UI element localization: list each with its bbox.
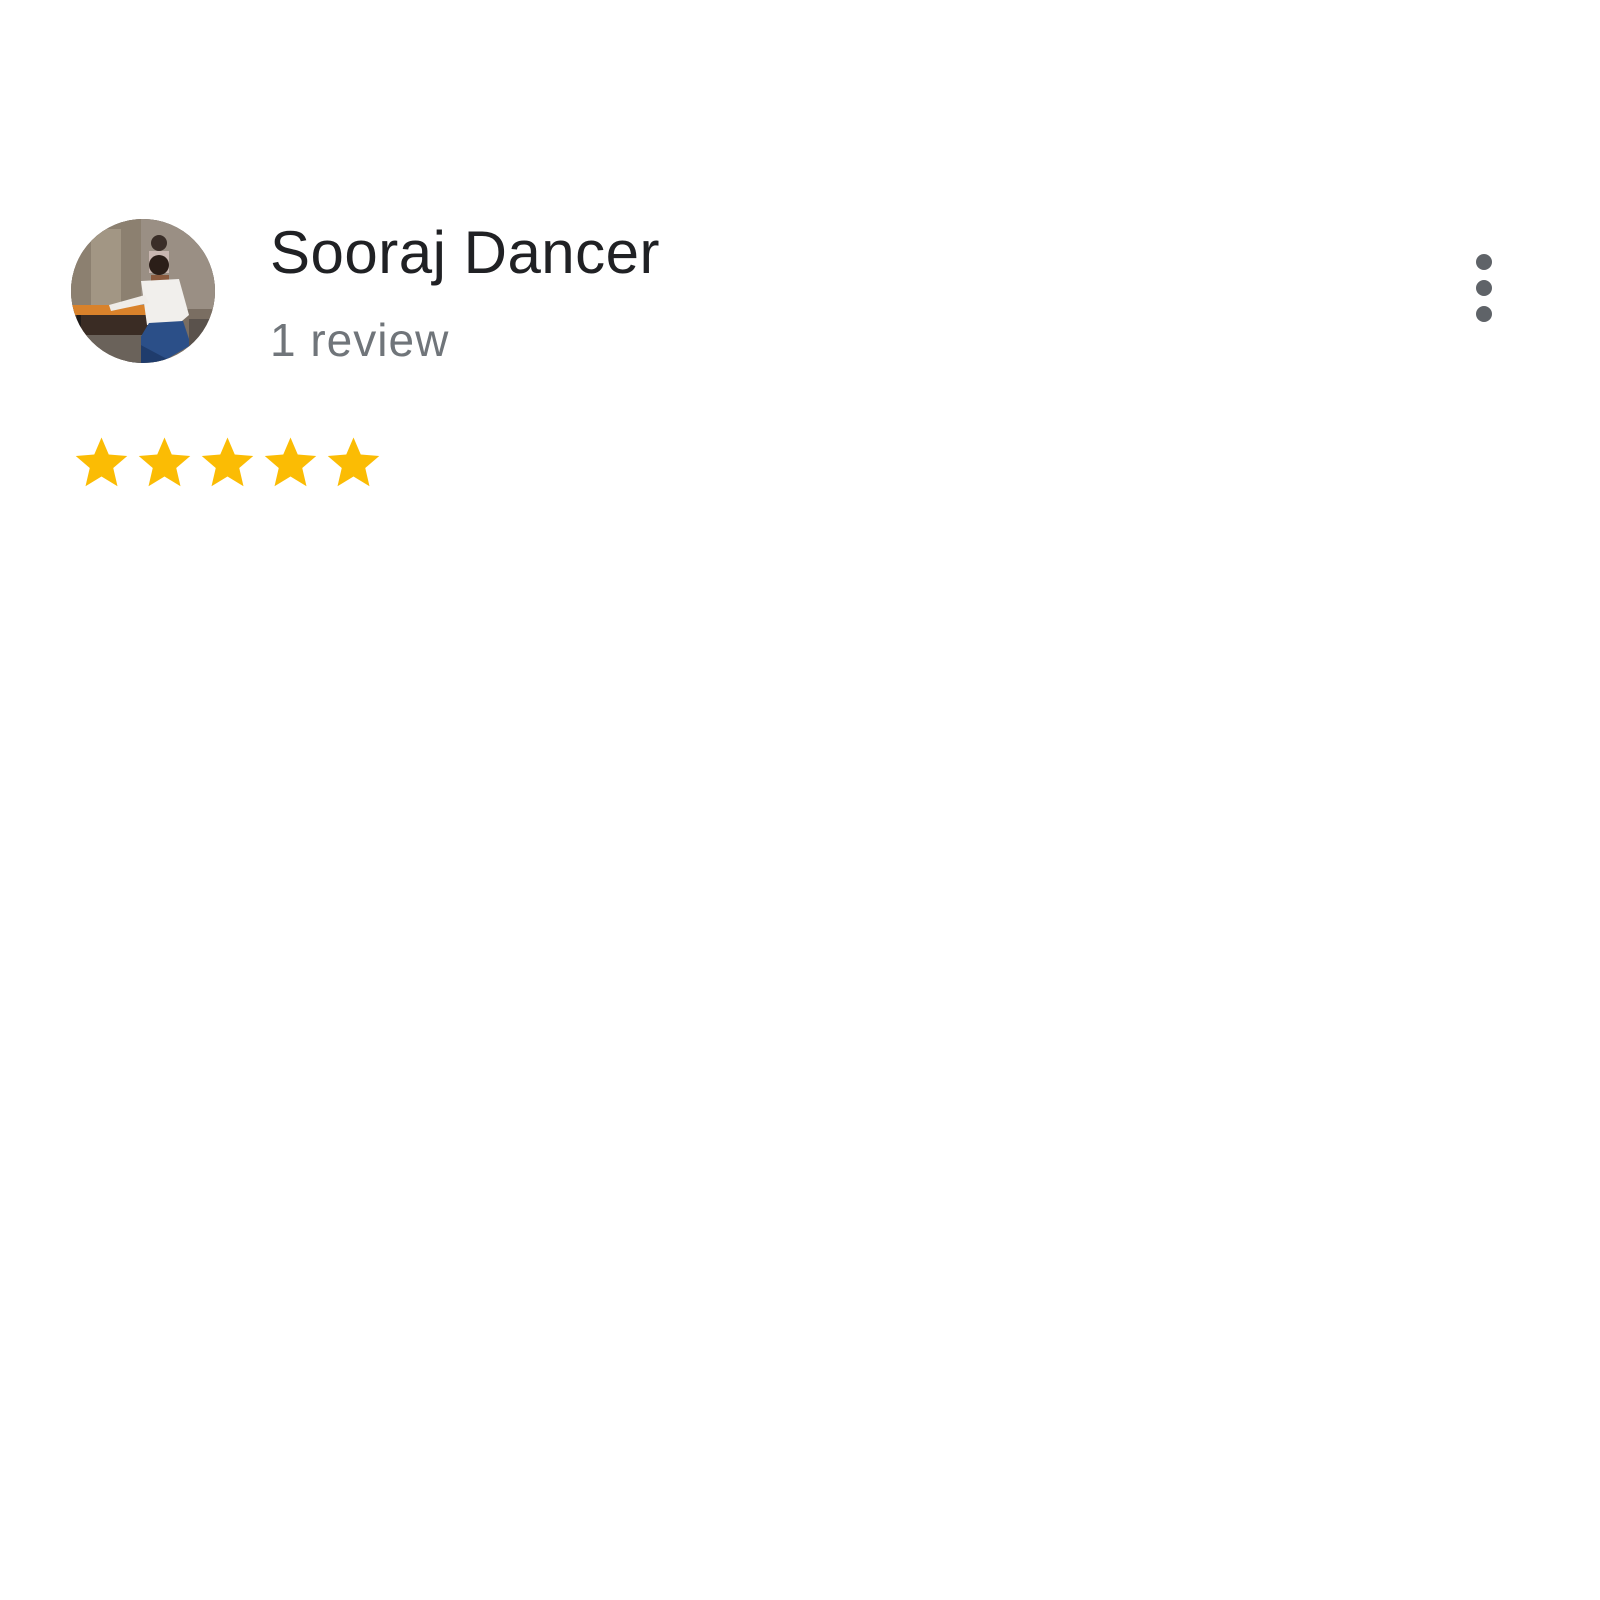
avatar-photo [71,219,215,363]
reviewer-name[interactable]: Sooraj Dancer [270,218,660,288]
more-vert-icon [1476,254,1492,322]
star-icon [75,437,128,487]
star-icon [264,437,317,487]
star-rating [70,433,385,493]
star-icon [201,437,254,487]
star-icon [327,437,380,487]
star-icon [138,437,191,487]
more-options-button[interactable] [1460,250,1508,330]
review-card: Sooraj Dancer 1 review [0,0,1600,1600]
review-count: 1 review [270,314,450,366]
avatar[interactable] [71,219,215,363]
